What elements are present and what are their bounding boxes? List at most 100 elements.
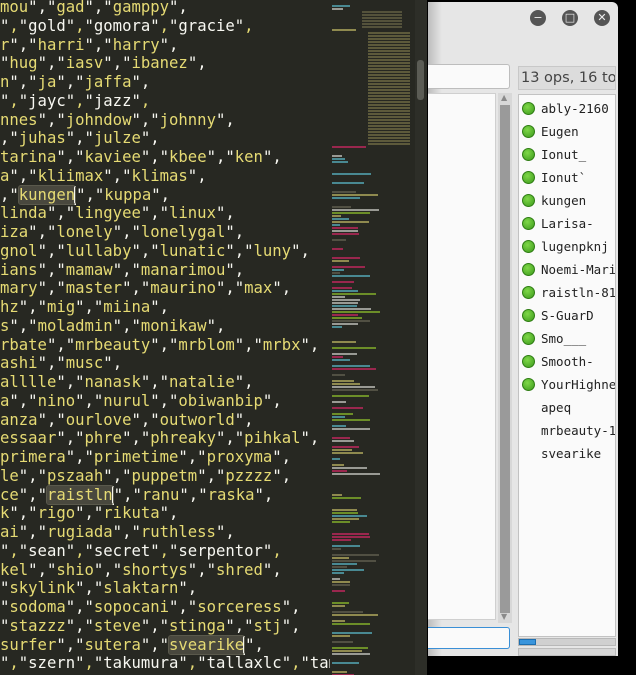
- punct-token: ,: [188, 485, 199, 504]
- string-token: ians: [0, 260, 38, 279]
- minimap[interactable]: [330, 0, 415, 675]
- punct-token: ,: [18, 166, 29, 185]
- minimap-line: [332, 182, 365, 184]
- user-list-hscrollbar[interactable]: [518, 638, 616, 646]
- operator-status-icon: [522, 171, 535, 184]
- scroll-up-icon[interactable]: ▲: [501, 93, 507, 102]
- punct-token: ,: [225, 110, 235, 129]
- punct-token: ,: [84, 504, 94, 523]
- minimap-line: [332, 290, 358, 292]
- minimap-line: [332, 275, 370, 277]
- punct-token: ": [93, 560, 104, 579]
- punct-token: ": [65, 204, 76, 223]
- punct-token: ": [215, 466, 226, 485]
- minimap-line: [332, 191, 357, 193]
- user-count-label: 13 ops, 16 total: [518, 66, 616, 90]
- string-token: rugiada: [46, 523, 113, 541]
- punct-token: ,: [159, 335, 170, 354]
- string-token: nurul: [103, 391, 151, 410]
- scroll-down-icon[interactable]: ▼: [501, 612, 507, 621]
- string-token: harry: [112, 35, 160, 54]
- chat-scrollbar-thumb[interactable]: [500, 105, 510, 613]
- editor-scrollbar-thumb[interactable]: [417, 60, 424, 100]
- punct-token: ": [103, 166, 113, 185]
- code-line: ashi","musc",: [0, 354, 122, 373]
- punct-token: ": [140, 129, 151, 148]
- code-line: a","kliimax","klimas",: [0, 167, 207, 186]
- punct-token: ": [65, 129, 76, 148]
- minimap-line: [332, 611, 363, 613]
- punct-token: ": [65, 91, 76, 110]
- punct-token: ": [206, 148, 216, 166]
- minimap-line: [332, 602, 350, 604]
- code-line: ","sean","secret","serpentor",: [0, 542, 282, 561]
- punct-token: ": [0, 54, 10, 73]
- minimap-line: [332, 407, 364, 409]
- punct-token: ,: [28, 298, 38, 316]
- string-token: primetime: [93, 448, 179, 466]
- minimap-line: [368, 143, 410, 145]
- close-button[interactable]: ✕: [594, 10, 610, 26]
- punct-token: ": [56, 241, 66, 260]
- punct-token: ": [56, 373, 66, 391]
- punct-token: ,: [85, 185, 95, 204]
- punct-token: ,: [131, 279, 141, 298]
- minimap-line: [368, 62, 410, 64]
- minimap-line: [332, 563, 357, 565]
- punct-token: ": [37, 410, 47, 429]
- punct-token: ,: [244, 410, 254, 429]
- string-token: hug: [9, 54, 38, 73]
- code-line: s","moladmin","monikaw",: [0, 317, 225, 336]
- punct-token: ": [178, 579, 188, 598]
- punct-token: secret: [93, 541, 151, 560]
- minimap-line: [332, 428, 371, 430]
- punct-token: ": [225, 616, 235, 635]
- punct-token: ": [131, 523, 141, 541]
- punct-token: jazz: [93, 91, 132, 110]
- punct-token: ,: [84, 298, 94, 316]
- minimap-line: [332, 581, 350, 583]
- minimap-line: [332, 494, 343, 496]
- punct-token: szern: [28, 654, 76, 673]
- punct-token: ": [131, 316, 141, 335]
- maximize-button[interactable]: □: [562, 10, 578, 26]
- minimap-line: [368, 140, 410, 142]
- editor-scrollbar[interactable]: [415, 0, 427, 675]
- user-nickname: mrbeauty-14: [541, 423, 616, 438]
- minimap-line: [368, 53, 410, 55]
- punct-token: ,: [131, 429, 141, 448]
- punct-token: ,: [84, 391, 94, 410]
- operator-status-icon: [522, 194, 535, 207]
- hscrollbar-thumb[interactable]: [519, 639, 536, 645]
- punct-token: ,: [150, 129, 160, 148]
- punct-token: ": [9, 129, 19, 148]
- punct-token: ": [9, 185, 19, 204]
- string-token: ,: [9, 654, 19, 673]
- chat-log[interactable]: [428, 93, 496, 620]
- string-token: mary: [0, 279, 38, 298]
- string-token: k: [0, 504, 10, 523]
- string-token: n: [0, 73, 10, 91]
- user-list[interactable]: ably-2160 Eugen Ionut_ Ionut` kungen Larisa-l…: [518, 94, 616, 637]
- message-input[interactable]: [428, 627, 510, 649]
- punct-token: ,: [112, 166, 123, 185]
- punct-token: ,: [0, 185, 10, 204]
- minimap-line: [362, 17, 402, 19]
- minimize-button[interactable]: −: [530, 10, 546, 26]
- minimap-line: [332, 5, 350, 7]
- punct-token: ": [18, 16, 29, 35]
- string-token: ibanez: [131, 54, 188, 73]
- code-editor[interactable]: mou","gad","gamppy", ","gold","gomora","g…: [0, 0, 330, 675]
- punct-token: ,: [197, 54, 207, 73]
- punct-token: ": [0, 654, 10, 673]
- minimap-line: [332, 365, 370, 367]
- topic-field[interactable]: [428, 64, 510, 89]
- punct-token: ": [28, 391, 38, 410]
- string-token: max: [244, 279, 273, 298]
- string-token: kel: [0, 560, 29, 579]
- chat-scrollbar[interactable]: ▲ ▼: [498, 93, 512, 623]
- punct-token: ,: [140, 73, 151, 91]
- minimap-line: [332, 419, 370, 421]
- punct-token: tampo: [309, 654, 330, 673]
- minimap-line: [332, 620, 346, 622]
